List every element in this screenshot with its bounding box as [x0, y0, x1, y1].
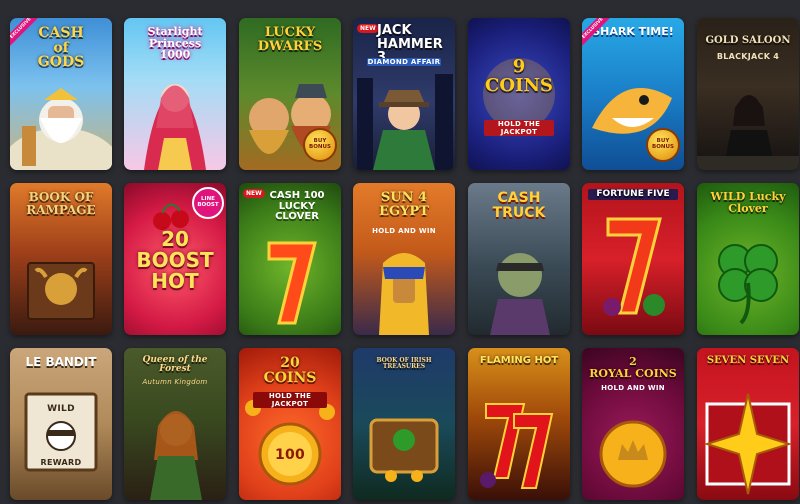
game-tile-le-bandit[interactable]: LE BANDIT WILD REWARD: [10, 348, 112, 500]
game-title: BOOK OF IRISH TREASURES: [376, 357, 432, 371]
game-title: GOLD SALOON: [705, 35, 791, 46]
game-title: 20 COINS: [263, 355, 317, 386]
reward-label: REWARD: [40, 458, 82, 467]
game-subtitle: HOLD AND WIN: [601, 384, 665, 392]
game-title: WILD Lucky Clover: [710, 190, 786, 215]
game-title: SUN 4 EGYPT: [379, 190, 429, 219]
game-title: 20 BOOST HOT: [136, 227, 214, 293]
game-tile-seven-seven[interactable]: SEVEN SEVEN: [697, 348, 799, 500]
star-figure: [703, 393, 793, 495]
game-title: SEVEN SEVEN: [706, 355, 790, 366]
game-tile-fortune-five[interactable]: FORTUNE FIVE: [582, 183, 684, 335]
treasure-pot-figure: [369, 418, 439, 482]
seven-fruits-figure: [603, 217, 665, 316]
game-tile-9-coins[interactable]: 9 COINS HOLD THE JACKPOT: [468, 18, 570, 170]
game-tile-starlight-princess-1000[interactable]: Starlight Princess 1000: [124, 18, 226, 170]
game-title: Starlight Princess 1000: [147, 25, 203, 62]
game-tile-sun-of-egypt-4[interactable]: SUN 4 EGYPT HOLD AND WIN: [353, 183, 455, 335]
game-tile-2-royal-coins[interactable]: 2 ROYAL COINS HOLD AND WIN: [582, 348, 684, 500]
game-subtitle: HOLD THE JACKPOT: [484, 120, 554, 136]
game-title: 9 COINS: [485, 56, 553, 96]
wanted-sign-figure: [24, 392, 98, 472]
game-title: Queen of the Forest: [142, 355, 208, 375]
buy-bonus-badge: BUY BONUS: [646, 128, 680, 162]
sevens-figure: [480, 403, 554, 489]
game-title: BOOK OF RAMPAGE: [26, 190, 96, 217]
game-subtitle: HOLD AND WIN: [372, 227, 436, 235]
game-subtitle: HOLD THE JACKPOT: [253, 392, 327, 408]
game-tile-gold-saloon-blackjack-4[interactable]: GOLD SALOON BLACKJACK 4: [697, 18, 799, 170]
game-title: FORTUNE FIVE: [588, 189, 678, 201]
game-title: CASH of GODS: [37, 25, 85, 71]
game-tile-wild-lucky-clover[interactable]: WILD Lucky Clover: [697, 183, 799, 335]
game-subtitle: DIAMOND AFFAIR: [367, 58, 441, 66]
game-title: FLAMING HOT: [479, 355, 559, 366]
new-badge: NEW: [357, 24, 379, 33]
game-title: 2 ROYAL COINS: [589, 355, 677, 380]
game-grid: CASH of GODS EXCLUSIVE Starlight Princes…: [0, 0, 800, 504]
game-title: CASH TRUCK: [492, 190, 546, 221]
game-tile-shark-time[interactable]: SHARK TIME! EXCLUSIVE BUY BONUS: [582, 18, 684, 170]
game-subtitle: BLACKJACK 4: [716, 52, 780, 61]
game-title: CASH 100 LUCKY CLOVER: [269, 190, 325, 222]
game-title: LUCKY DWARFS: [257, 25, 323, 54]
game-tile-queen-of-the-forest[interactable]: Queen of the Forest Autumn Kingdom: [124, 348, 226, 500]
game-tile-cash-100-lucky-clover[interactable]: NEW CASH 100 LUCKY CLOVER: [239, 183, 341, 335]
buy-bonus-badge: BUY BONUS: [303, 128, 337, 162]
game-tile-20-boost-hot[interactable]: 20 BOOST HOT LINE BOOST: [124, 183, 226, 335]
coin-value: 100: [274, 447, 306, 463]
line-boost-badge: LINE BOOST: [192, 187, 224, 219]
game-subtitle: Autumn Kingdom: [142, 378, 208, 386]
game-tile-cash-truck[interactable]: CASH TRUCK: [468, 183, 570, 335]
game-tile-lucky-dwarfs[interactable]: LUCKY DWARFS BUY BONUS: [239, 18, 341, 170]
game-tile-20-coins[interactable]: 20 COINS HOLD THE JACKPOT 100: [239, 348, 341, 500]
game-tile-book-of-rampage[interactable]: BOOK OF RAMPAGE: [10, 183, 112, 335]
game-tile-flaming-hot[interactable]: FLAMING HOT: [468, 348, 570, 500]
game-tile-book-of-irish-treasures[interactable]: BOOK OF IRISH TREASURES: [353, 348, 455, 500]
game-tile-jack-hammer-3[interactable]: NEW JACK HAMMER 3 DIAMOND AFFAIR: [353, 18, 455, 170]
game-title: LE BANDIT: [25, 355, 97, 369]
wild-label: WILD: [47, 404, 75, 414]
game-tile-cash-of-gods[interactable]: CASH of GODS EXCLUSIVE: [10, 18, 112, 170]
